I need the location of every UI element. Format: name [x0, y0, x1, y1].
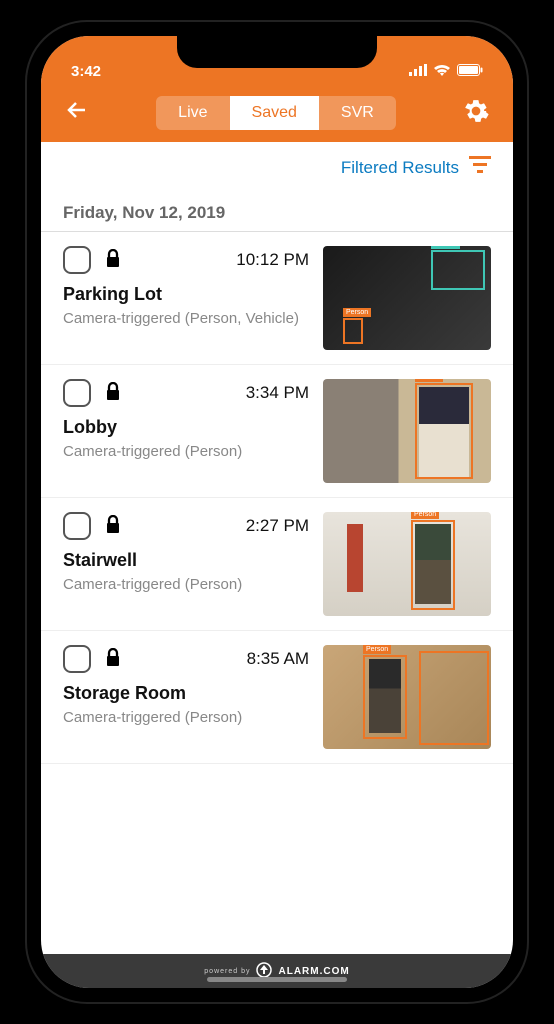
clip-checkbox[interactable] — [63, 379, 91, 407]
clip-time: 2:27 PM — [246, 516, 309, 536]
clip-title: Parking Lot — [63, 284, 309, 305]
clip-checkbox[interactable] — [63, 512, 91, 540]
settings-button[interactable] — [459, 94, 493, 133]
wifi-icon — [433, 63, 451, 80]
tab-group: Live Saved SVR — [156, 96, 396, 130]
status-time: 3:42 — [71, 63, 101, 80]
filter-label: Filtered Results — [341, 158, 459, 178]
clip-time: 3:34 PM — [246, 383, 309, 403]
clip-thumbnail[interactable]: Vehicle Person — [323, 246, 491, 350]
clip-time: 10:12 PM — [236, 250, 309, 270]
clip-subtitle: Camera-triggered (Person) — [63, 442, 309, 462]
status-indicators — [409, 63, 483, 80]
clip-title: Storage Room — [63, 683, 309, 704]
lock-icon — [105, 382, 121, 405]
clip-list[interactable]: 10:12 PM Parking Lot Camera-triggered (P… — [41, 232, 513, 954]
clip-subtitle: Camera-triggered (Person) — [63, 708, 309, 728]
clip-subtitle: Camera-triggered (Person, Vehicle) — [63, 309, 309, 329]
clip-checkbox[interactable] — [63, 246, 91, 274]
signal-icon — [409, 63, 427, 80]
tab-saved[interactable]: Saved — [230, 96, 319, 130]
lock-icon — [105, 249, 121, 272]
filter-icon — [469, 156, 491, 179]
clip-row: 10:12 PM Parking Lot Camera-triggered (P… — [41, 232, 513, 365]
footer-bar: powered by ALARM.COM — [41, 954, 513, 988]
clip-row: 2:27 PM Stairwell Camera-triggered (Pers… — [41, 498, 513, 631]
clip-thumbnail[interactable]: Person — [323, 645, 491, 749]
clip-time: 8:35 AM — [247, 649, 309, 669]
clip-row: 3:34 PM Lobby Camera-triggered (Person) … — [41, 365, 513, 498]
tab-live[interactable]: Live — [156, 96, 229, 130]
home-indicator[interactable] — [207, 977, 347, 982]
lock-icon — [105, 515, 121, 538]
clip-title: Stairwell — [63, 550, 309, 571]
nav-header: Live Saved SVR — [41, 84, 513, 142]
battery-icon — [457, 63, 483, 80]
clip-row: 8:35 AM Storage Room Camera-triggered (P… — [41, 631, 513, 764]
powered-by-label: powered by — [204, 968, 250, 975]
clip-checkbox[interactable] — [63, 645, 91, 673]
clip-subtitle: Camera-triggered (Person) — [63, 575, 309, 595]
clip-thumbnail[interactable]: Person — [323, 512, 491, 616]
clip-title: Lobby — [63, 417, 309, 438]
clip-thumbnail[interactable]: Person — [323, 379, 491, 483]
tab-svr[interactable]: SVR — [319, 96, 396, 130]
brand-name: ALARM.COM — [278, 966, 349, 977]
date-header: Friday, Nov 12, 2019 — [41, 193, 513, 232]
filter-bar[interactable]: Filtered Results — [41, 142, 513, 193]
back-button[interactable] — [61, 93, 93, 133]
lock-icon — [105, 648, 121, 671]
